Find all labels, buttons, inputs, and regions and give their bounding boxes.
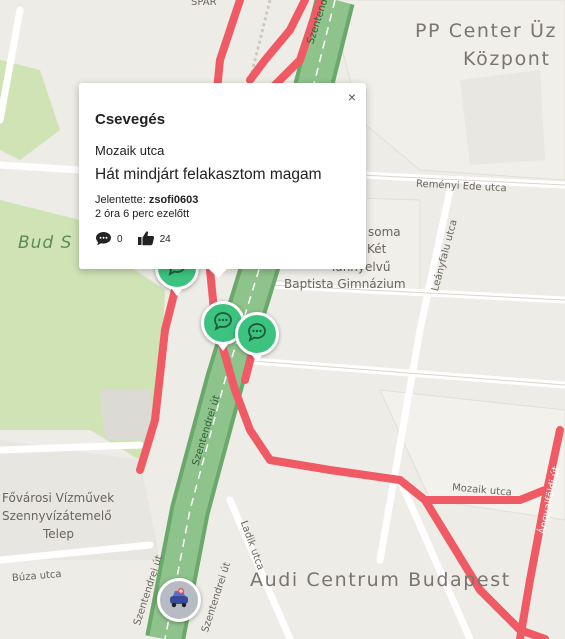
building-label: Fővárosi Vízművek: [2, 491, 115, 505]
chat-bubble-icon: [247, 322, 267, 346]
reporter-line: Jelentette: zsofi0603: [95, 194, 350, 206]
comments-count: 0: [117, 234, 123, 245]
chat-report-marker[interactable]: [235, 312, 279, 362]
building-label: Baptista Gimnázium: [284, 277, 406, 291]
poi-label: SPAR: [191, 0, 217, 8]
park-label: Bud S: [18, 233, 73, 253]
building-label: Két: [367, 242, 387, 256]
report-popup: × Csevegés Mozaik utca Hát mindjárt fela…: [79, 83, 366, 278]
likes-count: 24: [159, 234, 171, 245]
report-message: Hát mindjárt felakasztom magam: [95, 166, 322, 183]
car-avatar-icon: [166, 585, 192, 615]
comment-icon[interactable]: [95, 231, 112, 249]
map-canvas[interactable]: SPAR PP Center Üz Központ Reményi Ede ut…: [0, 0, 565, 639]
building-label: Audi Centrum Budapest: [250, 569, 511, 591]
chat-bubble-icon: [213, 311, 233, 335]
user-location-marker[interactable]: [157, 578, 201, 622]
thumbs-up-icon[interactable]: [137, 230, 155, 249]
reported-label: Jelentette:: [95, 194, 146, 206]
building-label: Telep: [43, 527, 75, 541]
report-stats: 0 24: [95, 230, 350, 249]
building-label: soma: [368, 225, 401, 239]
building-label: Központ: [463, 48, 551, 70]
building-label: Szennyvízátemelő: [2, 509, 112, 523]
time-ago: 2 óra 6 perc ezelőtt: [95, 208, 190, 220]
close-button[interactable]: ×: [348, 89, 356, 105]
popup-title: Csevegés: [95, 111, 166, 128]
building-label: PP Center Üz: [415, 20, 558, 42]
street-name: Mozaik utca: [95, 143, 165, 158]
reporter-name[interactable]: zsofi0603: [149, 194, 199, 206]
